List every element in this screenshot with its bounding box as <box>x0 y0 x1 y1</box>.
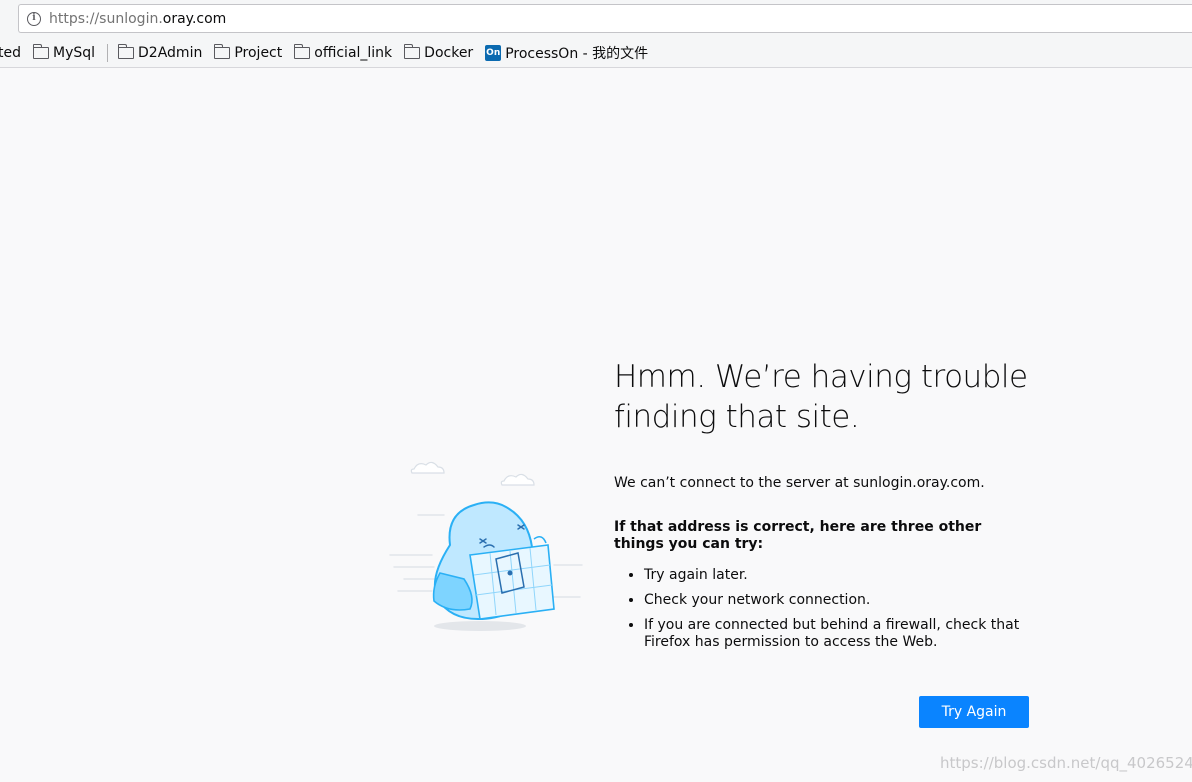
bookmark-folder-mysql[interactable]: MySql <box>32 44 95 61</box>
folder-icon <box>403 44 421 59</box>
list-item: Try again later. <box>644 567 1034 584</box>
list-item: If you are connected but behind a firewa… <box>644 617 1034 651</box>
url-text[interactable]: https://sunlogin.oray.com <box>49 11 226 27</box>
folder-icon <box>32 44 49 59</box>
info-icon[interactable]: i <box>27 11 41 26</box>
bookmark-folder-project[interactable]: Project <box>214 44 282 61</box>
tips-list: Try again later. Check your network conn… <box>614 567 1034 651</box>
bookmark-folder-d2admin[interactable]: D2Admin <box>117 44 202 61</box>
bookmark-processon[interactable]: On ProcessOn - 我的文件 <box>485 43 648 63</box>
error-content: Hmm. We’re having trouble finding that s… <box>614 357 1034 659</box>
lost-illustration <box>389 461 583 631</box>
bookmark-folder-docker[interactable]: Docker <box>403 44 473 61</box>
bookmarks-toolbar: ted MySql D2Admin Project official_link … <box>0 41 660 65</box>
bookmark-item[interactable]: ted <box>0 45 21 61</box>
folder-icon <box>294 44 311 59</box>
watermark: https://blog.csdn.net/qq_40265247 <box>940 754 1192 772</box>
list-item: Check your network connection. <box>644 592 1034 609</box>
folder-icon <box>117 44 135 59</box>
bookmark-folder-official-link[interactable]: official_link <box>294 44 392 61</box>
processon-icon: On <box>485 45 502 61</box>
error-title: Hmm. We’re having trouble finding that s… <box>614 359 1028 435</box>
try-again-button[interactable]: Try Again <box>919 696 1029 728</box>
error-subtitle: If that address is correct, here are thr… <box>614 519 982 552</box>
bookmark-separator <box>107 44 109 62</box>
url-bar[interactable]: i https://sunlogin.oray.com <box>18 4 1192 33</box>
error-description: We can’t connect to the server at sunlog… <box>614 475 985 491</box>
browser-toolbar: i https://sunlogin.oray.com ted MySql D2… <box>0 0 1192 68</box>
folder-icon <box>214 44 231 59</box>
